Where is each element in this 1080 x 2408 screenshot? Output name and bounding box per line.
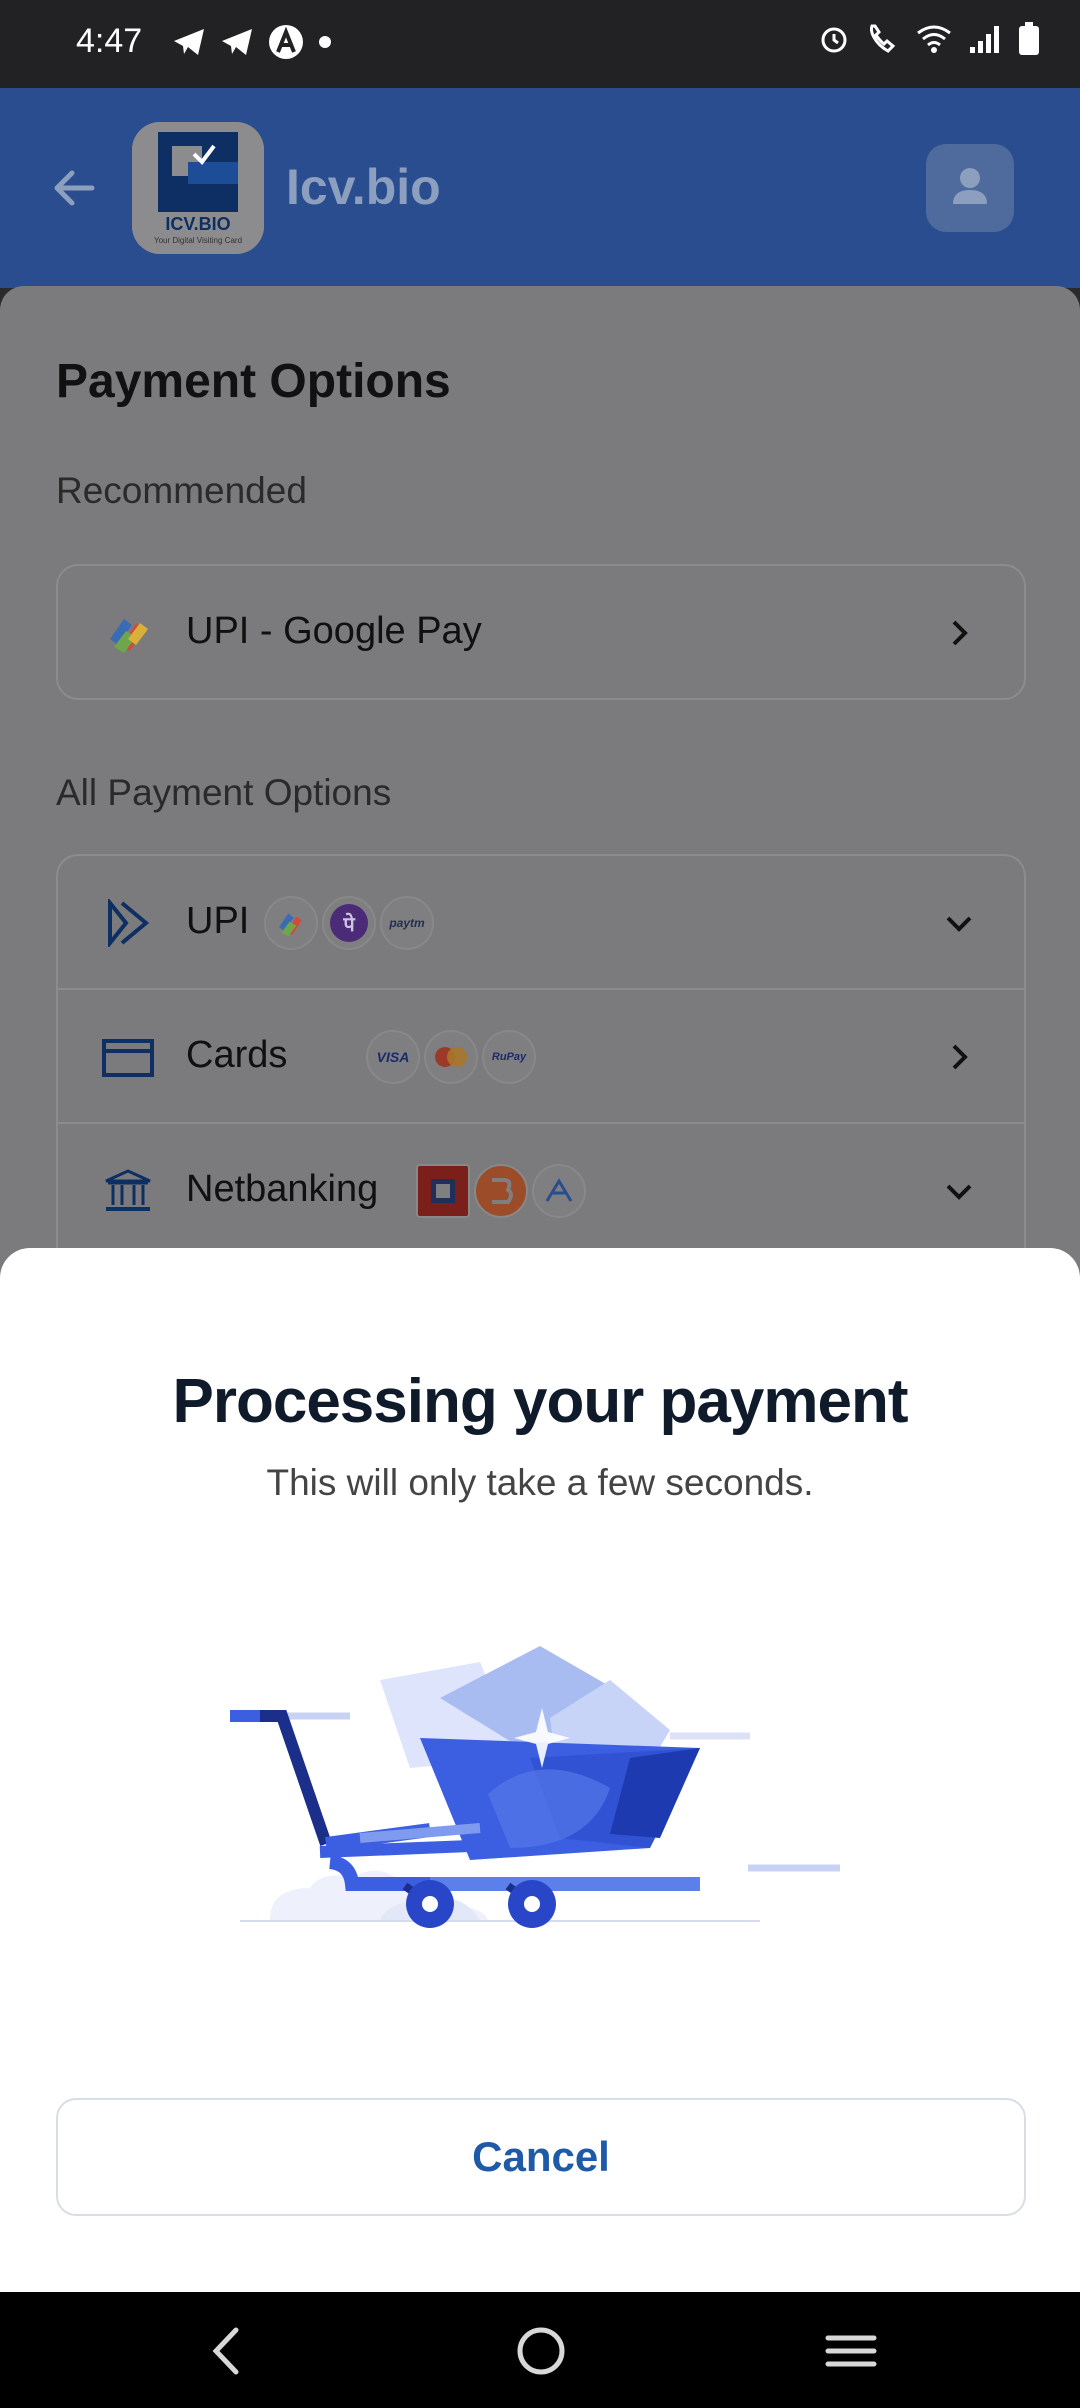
upi-app-logos: पे paytm [264,896,434,950]
chevron-right-icon [952,620,968,646]
payment-options-title: Payment Options [56,355,451,408]
recommended-heading: Recommended [56,470,307,511]
payment-options-sheet: Payment Options Recommended UPI - Google… [0,286,1080,1286]
alarm-icon [821,27,847,53]
hdfc-logo [416,1164,470,1218]
status-time: 4:47 [76,22,143,60]
mastercard-logo [424,1030,478,1084]
profile-button[interactable] [926,144,1014,232]
chevron-down-icon [946,916,972,932]
signal-icon [970,26,999,53]
bank-of-baroda-logo [474,1164,528,1218]
shopping-cart-illustration [230,1646,840,1928]
phonepe-logo: पे [322,896,376,950]
astro-icon [269,25,303,59]
merchant-name: Icv.bio [286,159,441,215]
option-cards-label: Cards [186,1034,288,1076]
system-icons [818,22,1040,56]
user-icon [953,168,987,204]
paytm-logo: paytm [380,896,434,950]
option-netbanking-label: Netbanking [186,1168,379,1210]
recommended-option-label: UPI - Google Pay [186,610,482,652]
status-bar: 4:47 [0,0,1080,88]
modal-title: Processing your payment [172,1367,908,1436]
cancel-button[interactable]: Cancel [56,2098,1026,2216]
nav-back-icon[interactable] [192,2316,262,2386]
card-network-logos: VISA RuPay [366,1030,536,1084]
logo-text: ICV.BIO [165,214,231,234]
navigation-bar [0,2292,1080,2408]
modal-subtitle: This will only take a few seconds. [266,1462,814,1503]
battery-icon [1019,22,1039,55]
visa-logo: VISA [366,1030,420,1084]
telegram-icon [222,29,252,55]
merchant-logo: ICV.BIO Your Digital Visiting Card [132,122,264,254]
nav-recents-icon[interactable] [816,2316,886,2386]
recommended-card: UPI - Google Pay [56,564,1026,700]
wifi-call-icon [870,24,896,53]
upi-icon [108,899,150,947]
all-options-card: UPI पे paytm Cards VISA RuPay Netbanking [56,854,1026,1274]
rupay-logo: RuPay [482,1030,536,1084]
dot-icon [319,36,331,48]
credit-card-icon [102,1039,154,1077]
chevron-right-icon [952,1044,968,1070]
all-options-heading: All Payment Options [56,772,392,813]
wifi-icon [917,25,951,53]
option-netbanking[interactable]: Netbanking [58,1124,1024,1258]
option-cards[interactable]: Cards VISA RuPay [58,990,1024,1124]
recommended-option-google-pay[interactable]: UPI - Google Pay [58,566,1024,700]
processing-modal: Processing your payment This will only t… [0,1248,1080,2292]
logo-subtext: Your Digital Visiting Card [153,236,243,245]
option-upi[interactable]: UPI पे paytm [58,856,1024,990]
bank-icon [105,1169,151,1211]
telegram-icon [174,29,204,55]
nav-home-icon[interactable] [506,2316,576,2386]
notification-icons [172,24,332,60]
chevron-down-icon [946,1184,972,1200]
google-pay-logo [264,896,318,950]
google-pay-icon [110,619,148,653]
option-upi-label: UPI [186,900,250,942]
back-arrow-icon[interactable] [44,158,104,218]
bank-logos [416,1164,586,1218]
merchant-header: ICV.BIO Your Digital Visiting Card Icv.b… [0,88,1080,288]
phonepe-mark: पे [330,904,368,942]
axis-bank-logo [532,1164,586,1218]
